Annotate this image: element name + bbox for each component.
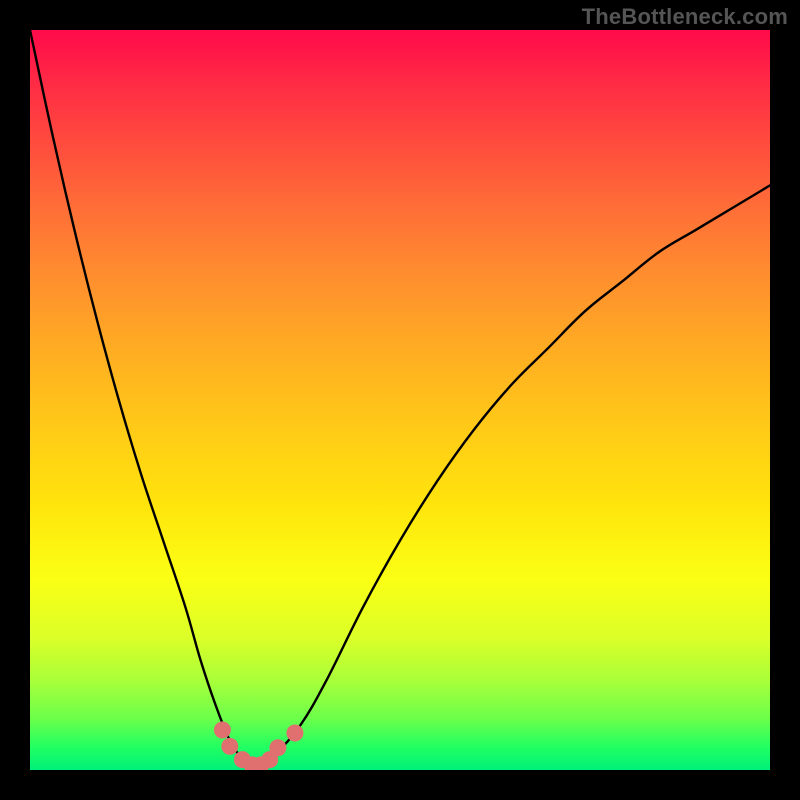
data-marker [214,722,231,739]
chart-stage: TheBottleneck.com [0,0,800,800]
watermark-text: TheBottleneck.com [582,4,788,30]
marker-group [214,722,304,770]
curve-layer [30,30,770,770]
data-marker [221,738,238,755]
curve-right-branch [252,185,770,770]
plot-area [30,30,770,770]
data-marker [286,725,303,742]
data-marker [269,739,286,756]
curve-left-branch [30,30,252,770]
